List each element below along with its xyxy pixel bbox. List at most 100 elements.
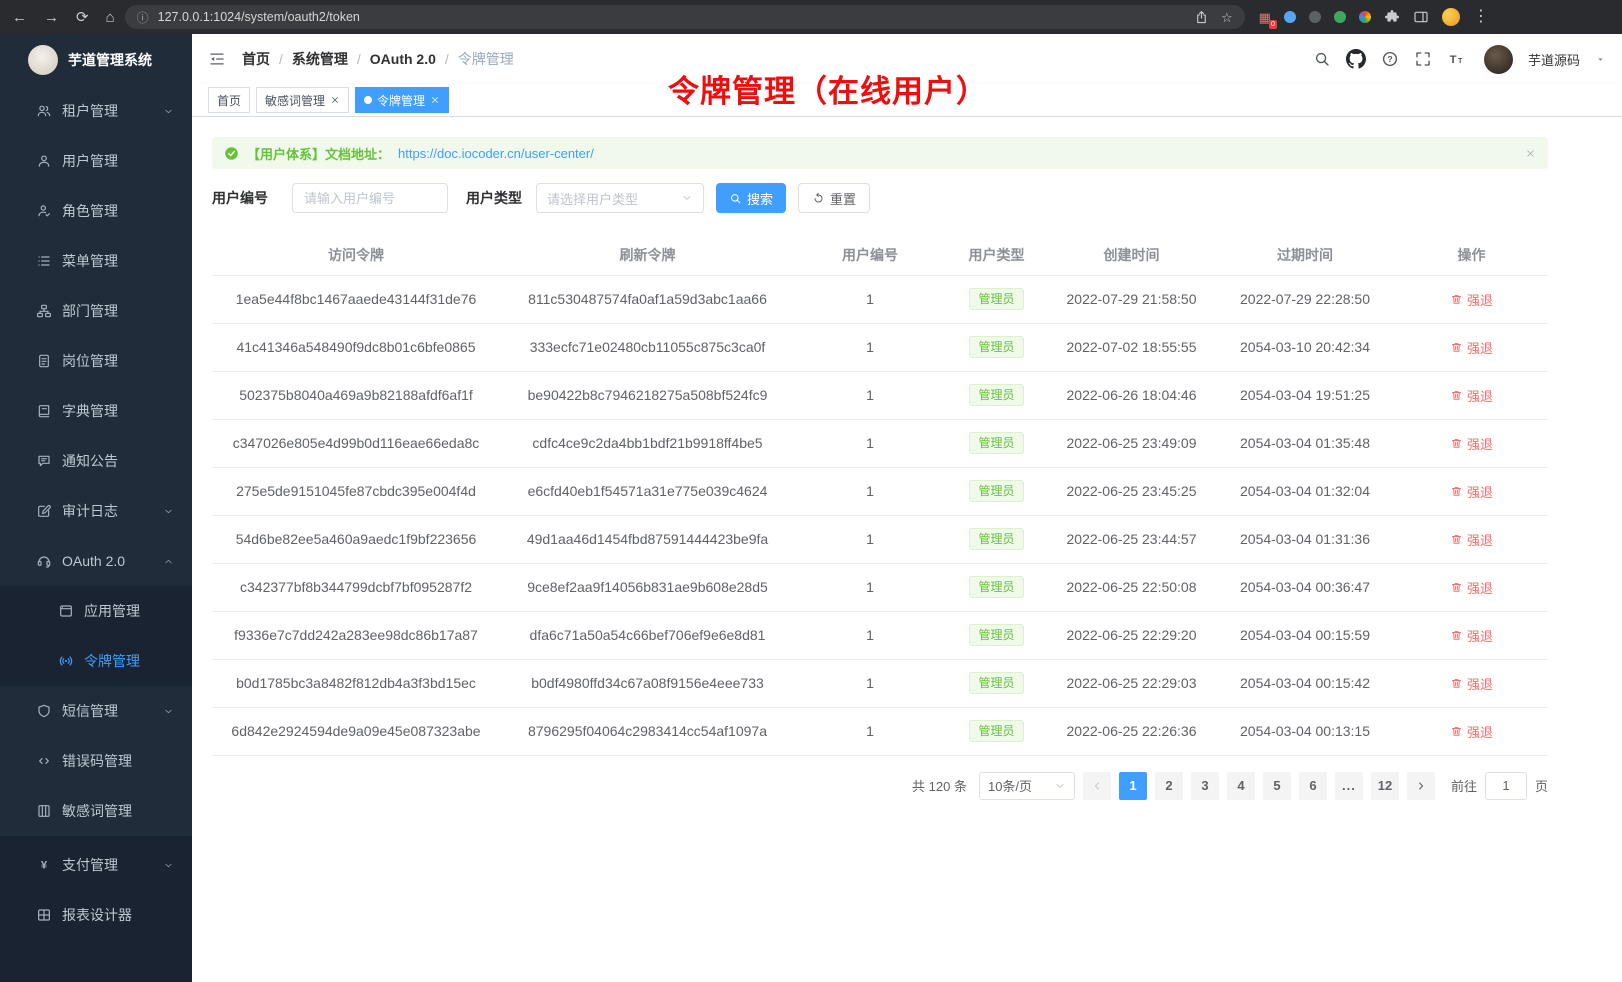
reload-button[interactable]: ⟳	[76, 10, 89, 25]
share-icon[interactable]	[1194, 10, 1209, 25]
search-icon[interactable]	[1313, 50, 1331, 68]
sidebar-item-role[interactable]: 角色管理	[0, 186, 192, 236]
breadcrumb-item[interactable]: 首页	[242, 49, 270, 69]
sidebar-item-dept[interactable]: 部门管理	[0, 286, 192, 336]
user-type-badge: 管理员	[969, 528, 1023, 550]
breadcrumb-item[interactable]: 系统管理	[292, 49, 348, 69]
page-button-6[interactable]: 6	[1299, 772, 1327, 800]
sidebar-item-tenant[interactable]: 租户管理	[0, 86, 192, 136]
force-logout-button[interactable]: 强退	[1450, 482, 1493, 501]
breadcrumb-item[interactable]: OAuth 2.0	[370, 51, 436, 67]
force-logout-label: 强退	[1467, 290, 1493, 309]
force-logout-button[interactable]: 强退	[1450, 338, 1493, 357]
page-ellipsis[interactable]: ...	[1335, 772, 1363, 800]
reset-button[interactable]: 重置	[798, 183, 870, 213]
user-type-badge: 管理员	[969, 720, 1023, 742]
users-icon	[36, 103, 52, 119]
force-logout-button[interactable]: 强退	[1450, 434, 1493, 453]
extension-green-icon[interactable]	[1334, 11, 1346, 23]
refresh-token-cell: cdfc4ce9c2da4bb1bdf21b9918ff4be5	[500, 419, 795, 467]
search-button[interactable]: 搜索	[716, 183, 786, 213]
force-logout-label: 强退	[1467, 626, 1493, 645]
sidebar-item-report-designer[interactable]: 报表设计器	[0, 890, 192, 940]
sidebar-item-user[interactable]: 用户管理	[0, 136, 192, 186]
user-type-select[interactable]: 请选择用户类型	[536, 183, 704, 213]
force-logout-button[interactable]: 强退	[1450, 674, 1493, 693]
force-logout-button[interactable]: 强退	[1450, 386, 1493, 405]
menu-list-icon	[36, 253, 52, 269]
extension-grid-icon[interactable]: ▦0	[1259, 11, 1271, 24]
forward-button[interactable]: →	[44, 10, 59, 25]
sidebar-item-error-code[interactable]: 错误码管理	[0, 736, 192, 786]
tab-home[interactable]: 首页	[208, 87, 250, 113]
page-size-select[interactable]: 10条/页	[979, 772, 1075, 800]
sidebar-item-oauth2-app[interactable]: 应用管理	[0, 586, 192, 636]
browser-menu-icon[interactable]: ⋮	[1473, 9, 1489, 25]
sidebar-item-dict[interactable]: 字典管理	[0, 386, 192, 436]
browser-profile-avatar[interactable]	[1442, 8, 1460, 26]
address-bar[interactable]: ⓘ 127.0.0.1:1024/system/oauth2/token ☆	[125, 5, 1245, 29]
sidebar-item-oauth2-token[interactable]: 令牌管理	[0, 636, 192, 686]
goto-page-input[interactable]	[1485, 772, 1527, 800]
user-id-cell: 1	[795, 371, 945, 419]
force-logout-button[interactable]: 强退	[1450, 290, 1493, 309]
sidebar-item-oauth2[interactable]: OAuth 2.0	[0, 536, 192, 586]
id-card-icon	[36, 353, 52, 369]
font-size-icon[interactable]	[1447, 50, 1465, 68]
force-logout-button[interactable]: 强退	[1450, 626, 1493, 645]
site-info-icon[interactable]: ⓘ	[137, 9, 149, 26]
fullscreen-icon[interactable]	[1414, 50, 1432, 68]
action-cell: 强退	[1395, 611, 1548, 659]
sidebar-toggle-icon[interactable]	[1413, 9, 1429, 25]
user-type-cell: 管理员	[945, 419, 1048, 467]
action-cell: 强退	[1395, 563, 1548, 611]
next-page-button[interactable]	[1407, 772, 1435, 800]
github-icon[interactable]	[1346, 49, 1366, 69]
back-button[interactable]: ←	[12, 10, 27, 25]
user-id-cell: 1	[795, 515, 945, 563]
sidebar-item-sensitive-word[interactable]: 敏感词管理	[0, 786, 192, 836]
sidebar-fold-icon[interactable]	[208, 50, 226, 68]
tab-oauth2-token[interactable]: 令牌管理	[355, 87, 449, 113]
page-content: 【用户体系】文档地址： https://doc.iocoder.cn/user-…	[192, 117, 1622, 982]
alert-close-icon[interactable]	[1525, 148, 1536, 159]
user-id-label: 用户编号	[212, 188, 268, 208]
doc-link[interactable]: https://doc.iocoder.cn/user-center/	[398, 146, 594, 161]
sidebar-item-pay[interactable]: 支付管理	[0, 840, 192, 890]
caret-down-icon[interactable]	[1595, 54, 1606, 65]
force-logout-button[interactable]: 强退	[1450, 530, 1493, 549]
page-button-3[interactable]: 3	[1191, 772, 1219, 800]
sidebar-item-sms[interactable]: 短信管理	[0, 686, 192, 736]
user-avatar[interactable]	[1484, 45, 1513, 74]
extension-color-icon[interactable]	[1359, 11, 1371, 23]
home-button[interactable]: ⌂	[106, 10, 115, 25]
force-logout-button[interactable]: 强退	[1450, 722, 1493, 741]
yen-icon	[36, 857, 52, 873]
help-icon[interactable]	[1381, 50, 1399, 68]
edit-log-icon	[36, 503, 52, 519]
browser-chrome: ← → ⟳ ⌂ ⓘ 127.0.0.1:1024/system/oauth2/t…	[0, 0, 1622, 34]
force-logout-button[interactable]: 强退	[1450, 578, 1493, 597]
sidebar-item-notice[interactable]: 通知公告	[0, 436, 192, 486]
tab-sensitive-word[interactable]: 敏感词管理	[256, 87, 349, 113]
app-logo[interactable]: 芋道管理系统	[0, 34, 192, 86]
extensions-puzzle-icon[interactable]	[1384, 9, 1400, 25]
username[interactable]: 芋道源码	[1528, 50, 1580, 69]
breadcrumb: 首页/系统管理/OAuth 2.0/令牌管理	[242, 49, 514, 69]
sidebar-item-menu[interactable]: 菜单管理	[0, 236, 192, 286]
page-button-5[interactable]: 5	[1263, 772, 1291, 800]
extension-dark-icon[interactable]	[1309, 11, 1321, 23]
page-button-1[interactable]: 1	[1119, 772, 1147, 800]
page-button-4[interactable]: 4	[1227, 772, 1255, 800]
column-header: 访问令牌	[212, 235, 500, 275]
extension-blue-icon[interactable]	[1284, 11, 1296, 23]
page-button-12[interactable]: 12	[1371, 772, 1399, 800]
sidebar-item-audit-log[interactable]: 审计日志	[0, 486, 192, 536]
close-icon[interactable]	[330, 95, 340, 105]
bookmark-star-icon[interactable]: ☆	[1221, 11, 1233, 24]
page-button-2[interactable]: 2	[1155, 772, 1183, 800]
sidebar-item-post[interactable]: 岗位管理	[0, 336, 192, 386]
close-icon[interactable]	[430, 95, 440, 105]
prev-page-button[interactable]	[1083, 772, 1111, 800]
user-id-input[interactable]	[292, 183, 448, 213]
